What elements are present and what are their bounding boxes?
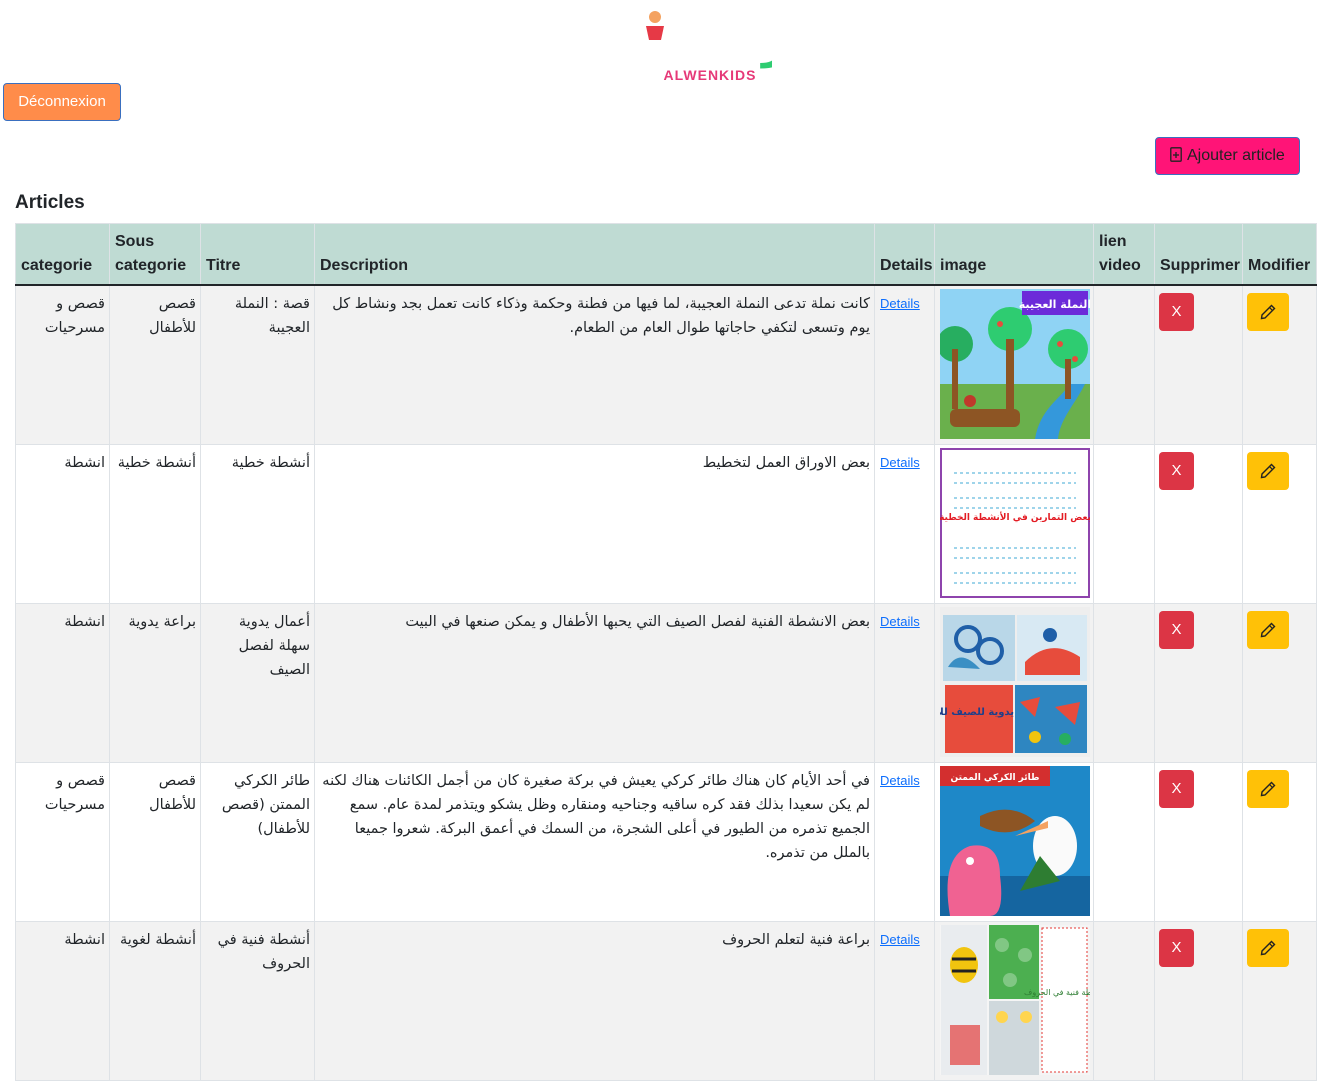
cell-details: Details: [874, 284, 935, 445]
cell-categorie: انشطة: [15, 443, 110, 604]
svg-text:النملة العجيبة: النملة العجيبة: [1019, 298, 1090, 311]
cell-categorie: انشطة: [15, 920, 110, 1081]
add-article-button[interactable]: Ajouter article: [1155, 137, 1300, 175]
details-link[interactable]: Details: [880, 932, 920, 947]
delete-button[interactable]: X: [1159, 293, 1194, 331]
header-image: image: [934, 223, 1094, 286]
svg-text:بعض التمارين في الأنشطة الخطية: بعض التمارين في الأنشطة الخطية: [940, 511, 1090, 523]
header-description: Description: [314, 223, 875, 286]
cell-modifier: [1242, 920, 1317, 1081]
cell-supprimer: X: [1154, 284, 1243, 445]
edit-button[interactable]: [1247, 293, 1289, 331]
article-image: النملة العجيبة: [940, 289, 1090, 439]
table-row: قصص و مسرحيات قصص للأطفال قصة : النملة ا…: [15, 284, 1317, 445]
table-row: انشطة أنشطة لغوية أنشطة فنية في الحروف ب…: [15, 920, 1317, 1081]
cell-modifier: [1242, 602, 1317, 763]
cell-lien-video: [1093, 920, 1155, 1081]
article-image: أنشطة فنية في الحروف: [940, 924, 1090, 1075]
cell-description: بعض الاوراق العمل لتخطيط: [314, 443, 875, 604]
cell-details: Details: [874, 761, 935, 922]
header-titre: Titre: [200, 223, 315, 286]
articles-table: categorie Sous categorie Titre Descripti…: [15, 223, 1317, 1081]
table-row: قصص و مسرحيات قصص للأطفال طائر الكركي ال…: [15, 761, 1317, 922]
header-supprimer: Supprimer: [1154, 223, 1243, 286]
cell-lien-video: [1093, 761, 1155, 922]
details-link[interactable]: Details: [880, 773, 920, 788]
cell-image: بعض التمارين في الأنشطة الخطية: [934, 443, 1094, 604]
details-link[interactable]: Details: [880, 614, 920, 629]
cell-lien-video: [1093, 443, 1155, 604]
cell-image: طائر الكركي الممتن: [934, 761, 1094, 922]
header-sous-categorie: Sous categorie: [109, 223, 201, 286]
cell-categorie: قصص و مسرحيات: [15, 284, 110, 445]
cell-description: في أحد الأيام كان هناك طائر كركي يعيش في…: [314, 761, 875, 922]
cell-categorie: انشطة: [15, 602, 110, 763]
edit-button[interactable]: [1247, 451, 1289, 490]
article-image: بعض التمارين في الأنشطة الخطية: [940, 447, 1090, 598]
cell-supprimer: X: [1154, 761, 1243, 922]
table-header-row: categorie Sous categorie Titre Descripti…: [15, 223, 1317, 286]
table-row: انشطة براعة يدوية أعمال يدوية سهلة لفصل …: [15, 602, 1317, 763]
article-image: انشطة يدوية للصيف للاطفال: [940, 606, 1090, 757]
cell-details: Details: [874, 920, 935, 1081]
header-modifier: Modifier: [1242, 223, 1317, 286]
delete-button[interactable]: X: [1159, 928, 1194, 967]
edit-button[interactable]: [1247, 928, 1289, 967]
cell-details: Details: [874, 443, 935, 604]
cell-titre: أعمال يدوية سهلة لفصل الصيف: [200, 602, 315, 763]
cell-modifier: [1242, 284, 1317, 445]
cell-description: بعض الانشطة الفنية لفصل الصيف التي يحبها…: [314, 602, 875, 763]
cell-description: كانت نملة تدعى النملة العجيبة، لما فيها …: [314, 284, 875, 445]
svg-text:طائر الكركي الممتن: طائر الكركي الممتن: [950, 773, 1039, 783]
cell-sous-categorie: قصص للأطفال: [109, 761, 201, 922]
edit-button[interactable]: [1247, 610, 1289, 649]
delete-button[interactable]: X: [1159, 451, 1194, 490]
cell-sous-categorie: أنشطة لغوية: [109, 920, 201, 1081]
cell-image: انشطة يدوية للصيف للاطفال: [934, 602, 1094, 763]
cell-titre: أنشطة خطية: [200, 443, 315, 604]
cell-titre: طائر الكركي الممتن (قصص للأطفال): [200, 761, 315, 922]
pencil-icon: [1260, 463, 1276, 478]
pencil-icon: [1260, 940, 1276, 955]
cell-sous-categorie: أنشطة خطية: [109, 443, 201, 604]
article-image: طائر الكركي الممتن: [940, 765, 1090, 916]
cell-supprimer: X: [1154, 920, 1243, 1081]
delete-button[interactable]: X: [1159, 769, 1194, 808]
cell-image: أنشطة فنية في الحروف: [934, 920, 1094, 1081]
cell-supprimer: X: [1154, 443, 1243, 604]
table-row: انشطة أنشطة خطية أنشطة خطية بعض الاوراق …: [15, 443, 1317, 604]
header-categorie: categorie: [15, 223, 110, 286]
details-link[interactable]: Details: [880, 296, 920, 311]
cell-lien-video: [1093, 284, 1155, 445]
cell-modifier: [1242, 761, 1317, 922]
logout-button[interactable]: Déconnexion: [3, 83, 121, 121]
cell-titre: أنشطة فنية في الحروف: [200, 920, 315, 1081]
file-plus-icon: [1170, 146, 1182, 162]
cell-sous-categorie: براعة يدوية: [109, 602, 201, 763]
svg-text:أنشطة فنية في الحروف: أنشطة فنية في الحروف: [1024, 987, 1090, 997]
header-lien-video: lien video: [1093, 223, 1155, 286]
cell-lien-video: [1093, 602, 1155, 763]
alwenkids-logo: ألوان كيدز ALWENKIDS: [646, 11, 772, 83]
svg-text:ألوان كيدز: ألوان كيدز: [760, 14, 772, 69]
add-article-label: Ajouter article: [1187, 147, 1285, 164]
delete-button[interactable]: X: [1159, 610, 1194, 649]
pencil-icon: [1260, 622, 1276, 637]
cell-description: براعة فنية لتعلم الحروف: [314, 920, 875, 1081]
details-link[interactable]: Details: [880, 455, 920, 470]
header-details: Details: [874, 223, 935, 286]
cell-categorie: قصص و مسرحيات: [15, 761, 110, 922]
cell-details: Details: [874, 602, 935, 763]
section-title: Articles: [15, 192, 85, 213]
cell-image: النملة العجيبة: [934, 284, 1094, 445]
pencil-icon: [1260, 304, 1276, 320]
edit-button[interactable]: [1247, 769, 1289, 808]
pencil-icon: [1260, 781, 1276, 796]
svg-text:ALWENKIDS: ALWENKIDS: [664, 67, 757, 83]
cell-titre: قصة : النملة العجيبة: [200, 284, 315, 445]
cell-supprimer: X: [1154, 602, 1243, 763]
cell-sous-categorie: قصص للأطفال: [109, 284, 201, 445]
cell-modifier: [1242, 443, 1317, 604]
